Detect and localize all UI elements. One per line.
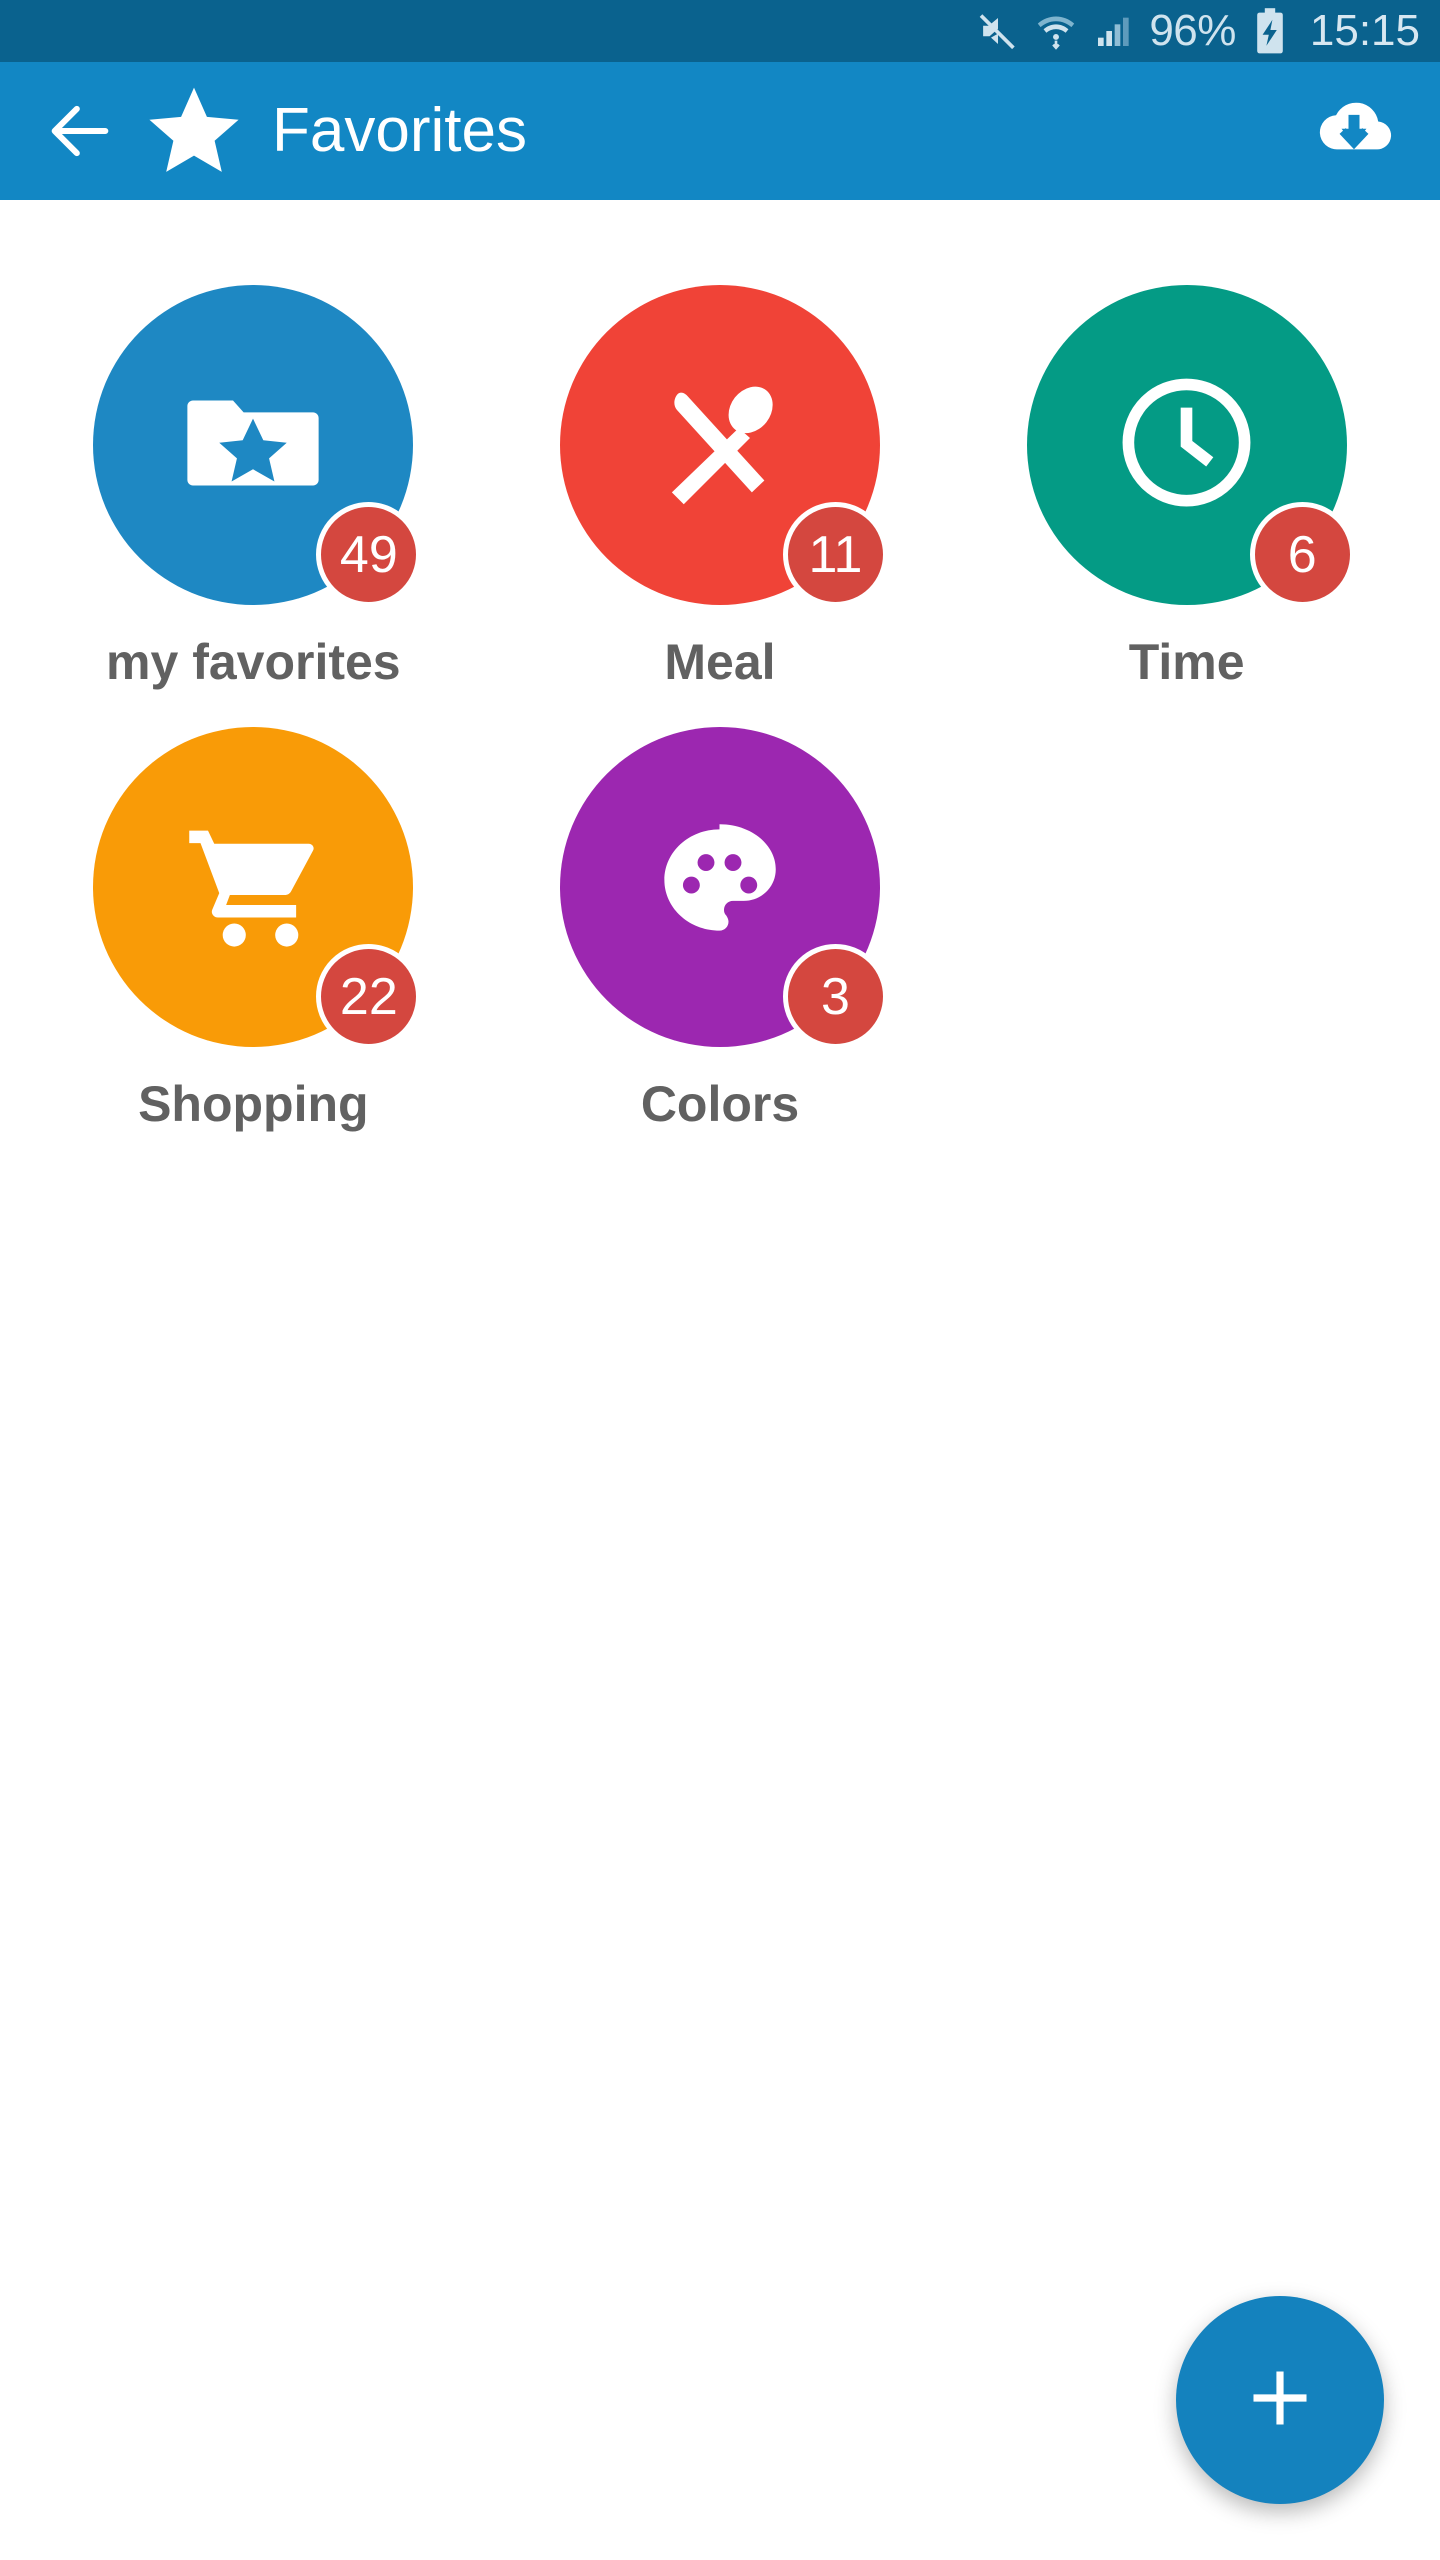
page-title: Favorites [272,96,527,165]
content-area: 49 my favorites 11 Meal 6 Time 22 Shoppi… [0,200,1440,2560]
status-bar: 96% 15:15 [0,0,1440,62]
add-button[interactable] [1176,2296,1384,2504]
tile-circle-wrap: 3 [559,727,888,1049]
tile-circle-wrap: 6 [1026,285,1355,607]
back-arrow-icon[interactable] [38,89,122,173]
shopping-cart-icon [178,810,328,965]
tile-label: Shopping [138,1076,369,1132]
tile-label: Colors [640,1076,800,1132]
plus-icon [1237,2355,1323,2446]
clock-icon [1109,365,1264,525]
badge-count: 22 [316,944,422,1049]
badge-count: 6 [1249,502,1355,607]
category-tile-my-favorites[interactable]: 49 my favorites [20,255,487,687]
clock-label: 15:15 [1309,6,1420,55]
tile-circle-wrap: 11 [559,285,888,607]
cutlery-icon [645,368,795,523]
badge-count: 49 [316,502,422,607]
app-bar: Favorites [0,62,1440,200]
palette-icon [652,817,787,957]
tile-label: my favorites [106,634,401,690]
cloud-download-icon[interactable] [1306,83,1402,179]
badge-count: 11 [782,502,888,607]
signal-icon [1093,11,1133,51]
category-tile-colors[interactable]: 3 Colors [487,697,954,1129]
category-tile-meal[interactable]: 11 Meal [487,255,954,687]
category-tile-time[interactable]: 6 Time [953,255,1420,687]
tile-label: Meal [664,634,776,690]
wifi-icon [1035,10,1077,52]
tile-circle-wrap: 49 [93,285,422,607]
star-icon [144,81,244,181]
category-grid: 49 my favorites 11 Meal 6 Time 22 Shoppi… [0,200,1440,1129]
battery-percent-label: 96% [1149,6,1236,55]
mute-icon [977,10,1019,52]
category-tile-shopping[interactable]: 22 Shopping [20,697,487,1129]
folder-star-icon [178,368,328,523]
battery-charging-icon [1252,7,1288,55]
badge-count: 3 [782,944,888,1049]
tile-circle-wrap: 22 [93,727,422,1049]
tile-label: Time [1128,634,1245,690]
